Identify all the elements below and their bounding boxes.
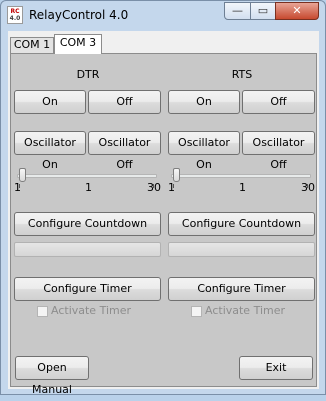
rts-countdown-progress: [168, 242, 315, 257]
rts-oscillator-on-button[interactable]: Oscillator On: [168, 131, 240, 171]
app-icon-text-bottom: 4.0: [9, 15, 21, 22]
rts-slider-min-label: 1: [168, 181, 175, 194]
rts-slider-value-label: 1: [239, 181, 246, 194]
open-manual-button[interactable]: Open Manual: [15, 356, 89, 396]
client-area: COM 1 COM 3 DTR On Off Oscillator On Osc…: [8, 31, 319, 396]
minimize-button[interactable]: —: [224, 2, 251, 20]
tab-com3[interactable]: COM 3: [54, 34, 102, 54]
tab-panel-com3: DTR On Off Oscillator On Oscillator Off …: [10, 53, 317, 396]
dtr-off-button[interactable]: Off: [88, 90, 161, 114]
dtr-slider-min-label: 1: [14, 181, 21, 194]
dtr-slider-track[interactable]: [17, 174, 157, 178]
dtr-heading: DTR: [76, 68, 100, 81]
window-title: RelayControl 4.0: [29, 8, 129, 22]
rts-configure-countdown-button[interactable]: Configure Countdown: [168, 212, 315, 236]
rts-oscillator-off-button[interactable]: Oscillator Off: [242, 131, 315, 171]
app-icon-text-top: RC: [10, 8, 20, 15]
tab-com1[interactable]: COM 1: [10, 37, 54, 53]
rts-activate-timer-label: Activate Timer: [205, 304, 286, 317]
dtr-on-button[interactable]: On: [14, 90, 86, 114]
rts-slider-thumb[interactable]: [173, 168, 180, 182]
app-icon: RC 4.0: [7, 6, 23, 24]
exit-button[interactable]: Exit: [239, 356, 313, 380]
dtr-configure-timer-button[interactable]: Configure Timer: [14, 277, 161, 301]
dtr-activate-timer-checkbox[interactable]: [37, 306, 48, 317]
dtr-slider-value-label: 1: [85, 181, 92, 194]
dtr-oscillator-off-button[interactable]: Oscillator Off: [88, 131, 161, 171]
rts-activate-timer-checkbox[interactable]: [191, 306, 202, 317]
rts-on-button[interactable]: On: [168, 90, 240, 114]
dtr-countdown-progress: [14, 242, 161, 257]
rts-heading: RTS: [231, 68, 253, 81]
close-button[interactable]: ✕: [275, 2, 319, 20]
title-bar[interactable]: RC 4.0 RelayControl 4.0 — ▭ ✕: [1, 1, 325, 31]
rts-slider-max-label: 30: [301, 181, 315, 194]
dtr-activate-timer-label: Activate Timer: [51, 304, 132, 317]
dtr-configure-countdown-button[interactable]: Configure Countdown: [14, 212, 161, 236]
dtr-oscillator-on-button[interactable]: Oscillator On: [14, 131, 86, 171]
dtr-slider-max-label: 30: [147, 181, 161, 194]
tab-bar: COM 1 COM 3: [8, 31, 319, 54]
rts-slider-track[interactable]: [171, 174, 311, 178]
maximize-button[interactable]: ▭: [250, 2, 276, 20]
dtr-slider-thumb[interactable]: [19, 168, 26, 182]
app-window: RC 4.0 RelayControl 4.0 — ▭ ✕ COM 1 COM …: [0, 0, 326, 396]
rts-configure-timer-button[interactable]: Configure Timer: [168, 277, 315, 301]
rts-off-button[interactable]: Off: [242, 90, 315, 114]
